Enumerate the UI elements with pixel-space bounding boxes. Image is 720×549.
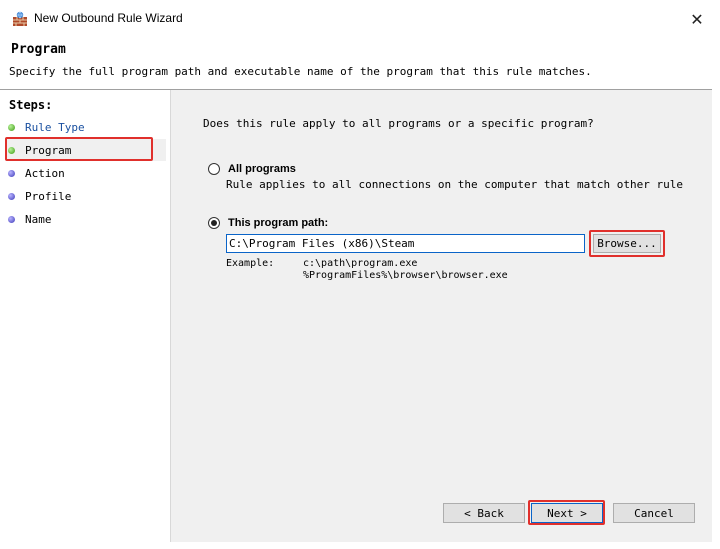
example-label: Example: bbox=[226, 258, 275, 269]
page-title: Program bbox=[11, 42, 66, 57]
step-label: Name bbox=[25, 212, 52, 226]
firewall-icon bbox=[13, 11, 27, 26]
main-content: Does this rule apply to all programs or … bbox=[171, 90, 712, 542]
radio-selected-dot bbox=[211, 220, 217, 226]
page-description: Specify the full program path and execut… bbox=[9, 65, 592, 78]
question-text: Does this rule apply to all programs or … bbox=[203, 117, 594, 130]
cancel-button[interactable]: Cancel bbox=[613, 503, 695, 523]
this-program-label[interactable]: This program path: bbox=[228, 217, 328, 229]
step-label: Profile bbox=[25, 189, 72, 203]
close-button[interactable]: ✕ bbox=[682, 6, 712, 32]
step-label: Action bbox=[25, 166, 65, 180]
step-label: Rule Type bbox=[25, 120, 85, 134]
step-rule-type[interactable]: Rule Type bbox=[6, 116, 166, 138]
example-line: c:\path\program.exe bbox=[303, 258, 418, 269]
window-edge-bottom bbox=[0, 542, 720, 549]
steps-title: Steps: bbox=[9, 98, 53, 112]
wizard-header: Program Specify the full program path an… bbox=[0, 38, 720, 89]
title-bar: New Outbound Rule Wizard ✕ bbox=[0, 0, 720, 38]
step-profile: Profile bbox=[6, 185, 166, 207]
highlight-next-button bbox=[528, 500, 605, 525]
all-programs-description: Rule applies to all connections on the c… bbox=[226, 178, 683, 191]
window-edge-right bbox=[712, 38, 720, 549]
steps-pane: Steps: Rule Type Program Action Profile … bbox=[0, 90, 171, 542]
highlight-step-program bbox=[5, 137, 153, 161]
this-program-radio[interactable] bbox=[208, 217, 220, 229]
step-done-bullet-icon bbox=[8, 123, 15, 131]
all-programs-label[interactable]: All programs bbox=[228, 163, 296, 175]
back-label: < Back bbox=[464, 506, 504, 520]
step-name: Name bbox=[6, 208, 166, 230]
cancel-label: Cancel bbox=[634, 506, 674, 520]
window-title: New Outbound Rule Wizard bbox=[34, 11, 183, 25]
all-programs-radio[interactable] bbox=[208, 163, 220, 175]
close-icon: ✕ bbox=[690, 9, 704, 29]
step-pending-bullet-icon bbox=[8, 215, 15, 223]
back-button[interactable]: < Back bbox=[443, 503, 525, 523]
program-path-input[interactable] bbox=[226, 234, 585, 253]
step-pending-bullet-icon bbox=[8, 192, 15, 200]
step-pending-bullet-icon bbox=[8, 169, 15, 177]
step-action: Action bbox=[6, 162, 166, 184]
highlight-browse-button bbox=[589, 230, 665, 257]
example-line: %ProgramFiles%\browser\browser.exe bbox=[303, 270, 508, 281]
